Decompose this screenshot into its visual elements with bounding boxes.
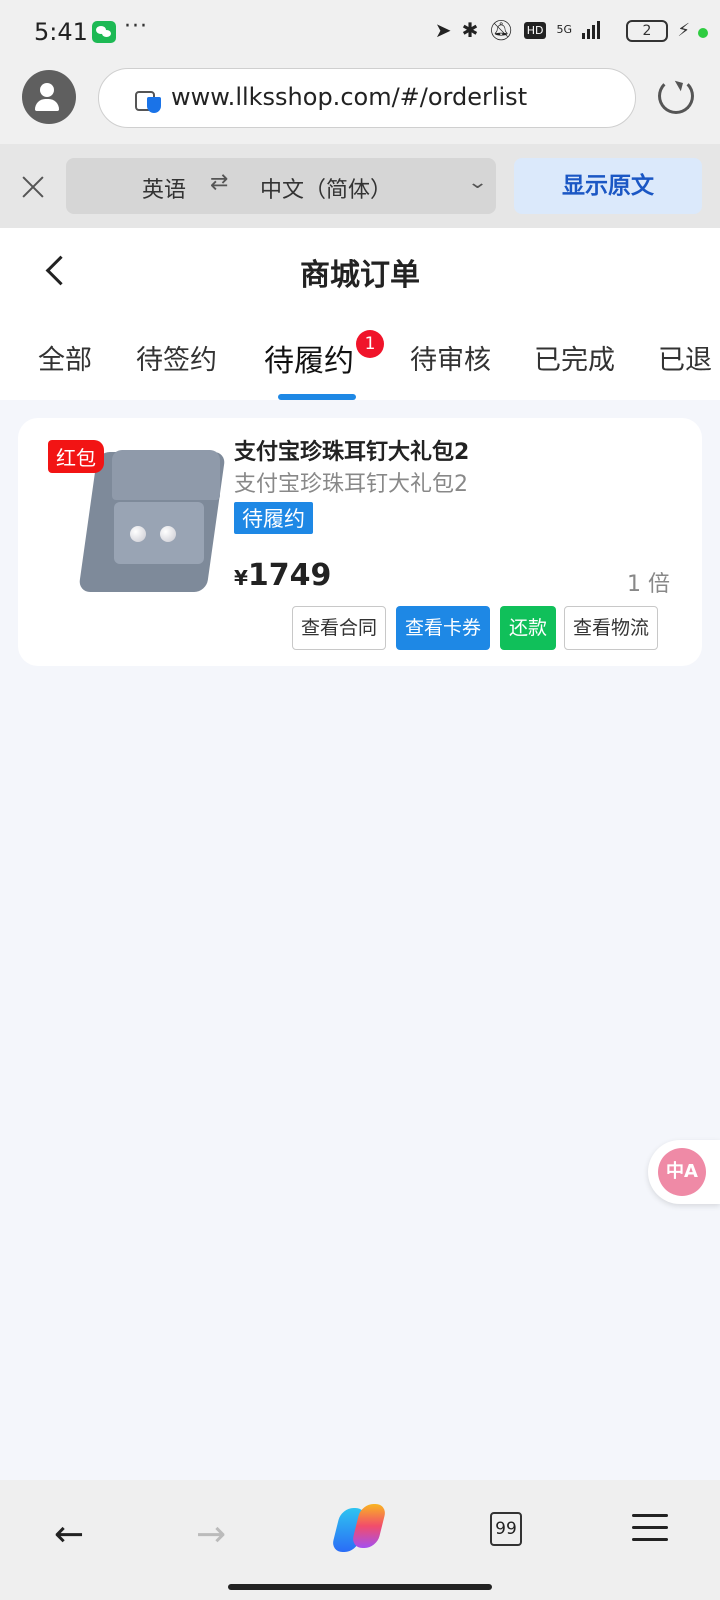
hd-icon: HD bbox=[523, 21, 547, 39]
translate-icon: 中A bbox=[658, 1148, 706, 1196]
reload-icon[interactable] bbox=[658, 78, 694, 114]
swap-languages-icon[interactable]: ⇄ bbox=[210, 170, 228, 195]
charging-icon: ⚡︎ bbox=[677, 20, 690, 41]
silent-bell-icon: 🔕︎ bbox=[488, 18, 514, 42]
order-card[interactable]: 红包 支付宝珍珠耳钉大礼包2 支付宝珍珠耳钉大礼包2 待履约 ¥1749 1 倍… bbox=[18, 418, 702, 666]
profile-avatar-button[interactable] bbox=[22, 70, 76, 124]
tab-pending-fulfill[interactable]: 待履约 bbox=[264, 336, 354, 380]
privacy-indicator-dot bbox=[698, 28, 708, 38]
network-label: 5G bbox=[556, 23, 572, 36]
tab-pending-review[interactable]: 待审核 bbox=[410, 338, 491, 377]
currency-symbol: ¥ bbox=[234, 566, 248, 590]
wechat-icon bbox=[92, 21, 116, 43]
browser-bottom-nav: ← → 99 bbox=[0, 1480, 720, 1600]
multiplier-label: 1 倍 bbox=[627, 572, 670, 597]
order-status-badge: 待履约 bbox=[234, 502, 313, 534]
signal-icon bbox=[582, 21, 600, 39]
menu-icon[interactable] bbox=[632, 1514, 668, 1542]
location-icon: ➤ bbox=[434, 18, 452, 42]
price-value: 1749 bbox=[247, 558, 332, 593]
target-language[interactable]: 中文（简体） bbox=[260, 172, 392, 204]
close-translate-icon[interactable] bbox=[20, 174, 46, 200]
forward-icon[interactable]: → bbox=[196, 1514, 226, 1555]
status-icons: ➤ ✱ 🔕︎ HD 5G bbox=[435, 18, 600, 42]
order-price: ¥1749 bbox=[234, 558, 331, 593]
tab-all[interactable]: 全部 bbox=[38, 338, 92, 377]
url-text: www.llksshop.com/#/orderlist bbox=[171, 83, 528, 111]
browser-toolbar: www.llksshop.com/#/orderlist bbox=[0, 66, 720, 144]
view-voucher-button[interactable]: 查看卡券 bbox=[396, 606, 490, 650]
tabs-count-button[interactable]: 99 bbox=[490, 1512, 522, 1546]
tab-refunded[interactable]: 已退 bbox=[658, 338, 712, 377]
red-packet-tag: 红包 bbox=[48, 440, 104, 473]
page-header: 商城订单 全部 待签约 待履约 待审核 已完成 已退 1 bbox=[0, 228, 720, 400]
translate-bar: 英语 ⇄ 中文（简体） ⌄ 显示原文 bbox=[0, 144, 720, 228]
repay-button[interactable]: 还款 bbox=[500, 606, 556, 650]
chevron-down-icon[interactable]: ⌄ bbox=[467, 172, 488, 193]
tab-pending-sign[interactable]: 待签约 bbox=[136, 338, 217, 377]
tab-completed[interactable]: 已完成 bbox=[534, 338, 615, 377]
view-logistics-button[interactable]: 查看物流 bbox=[564, 606, 658, 650]
bluetooth-icon: ✱ bbox=[461, 18, 479, 42]
floating-translate-button[interactable]: 中A bbox=[648, 1140, 720, 1204]
page-title: 商城订单 bbox=[300, 258, 420, 293]
source-language[interactable]: 英语 bbox=[142, 172, 186, 204]
battery-icon: 2 bbox=[626, 20, 668, 42]
status-bar: 5:41 ··· ➤ ✱ 🔕︎ HD 5G 2 ⚡︎ bbox=[0, 0, 720, 66]
product-name: 支付宝珍珠耳钉大礼包2 bbox=[234, 440, 470, 465]
address-bar[interactable]: www.llksshop.com/#/orderlist bbox=[98, 68, 636, 128]
tab-badge: 1 bbox=[356, 330, 384, 358]
status-time: 5:41 bbox=[34, 18, 88, 46]
language-selector[interactable]: 英语 ⇄ 中文（简体） ⌄ bbox=[66, 158, 496, 214]
show-original-button[interactable]: 显示原文 bbox=[514, 158, 702, 214]
view-contract-button[interactable]: 查看合同 bbox=[292, 606, 386, 650]
copilot-icon[interactable] bbox=[330, 1502, 388, 1554]
home-indicator[interactable] bbox=[228, 1584, 492, 1590]
site-security-icon[interactable] bbox=[135, 85, 161, 113]
more-notifications-icon: ··· bbox=[124, 14, 148, 39]
back-icon[interactable]: ← bbox=[54, 1514, 84, 1555]
active-tab-indicator bbox=[278, 394, 356, 400]
product-subtitle: 支付宝珍珠耳钉大礼包2 bbox=[234, 472, 468, 497]
